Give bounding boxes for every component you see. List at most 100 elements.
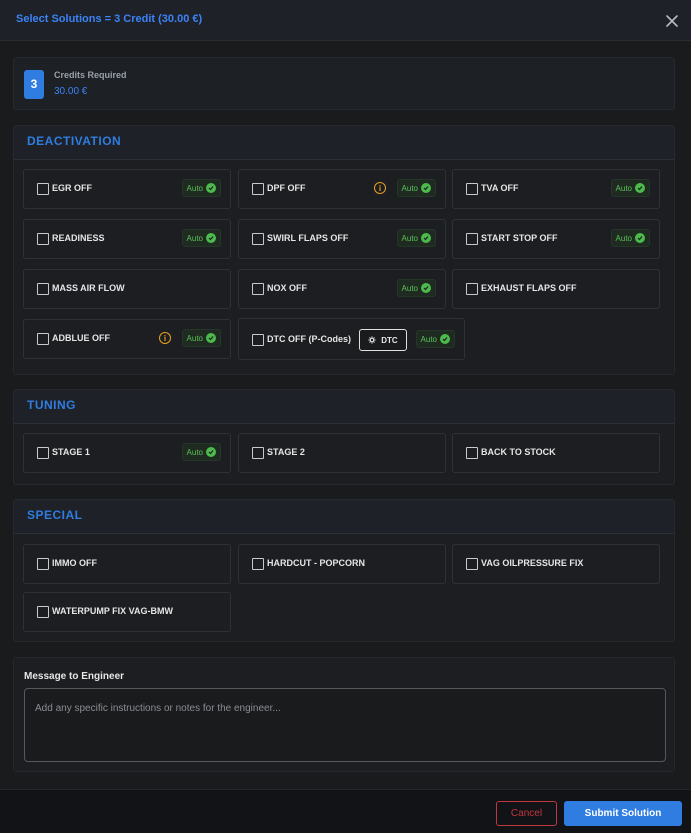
modal-header: Select Solutions = 3 Credit (30.00 €) bbox=[0, 0, 691, 41]
auto-badge-text: Auto bbox=[401, 233, 418, 243]
auto-badge-text: Auto bbox=[401, 183, 418, 193]
option-vag-oilpressure-fix[interactable]: VAG OILPRESSURE FIX bbox=[452, 544, 660, 584]
option-label: HARDCUT - POPCORN bbox=[267, 558, 365, 568]
option-back-to-stock[interactable]: BACK TO STOCK bbox=[452, 433, 660, 473]
info-icon[interactable]: i bbox=[374, 182, 386, 194]
option-nox-off[interactable]: NOX OFF Auto bbox=[238, 269, 446, 309]
checkbox[interactable] bbox=[252, 183, 264, 195]
section-tuning: TUNING STAGE 1 Auto STAGE 2 BACK TO STOC… bbox=[13, 389, 675, 485]
option-label: READINESS bbox=[52, 233, 105, 243]
option-dpf-off[interactable]: DPF OFF i Auto bbox=[238, 169, 446, 209]
checkbox[interactable] bbox=[37, 283, 49, 295]
close-icon[interactable] bbox=[663, 12, 681, 30]
checkbox[interactable] bbox=[37, 558, 49, 570]
option-dtc-off[interactable]: DTC OFF (P-Codes) DTC Auto bbox=[238, 318, 465, 360]
check-circle-icon bbox=[206, 333, 216, 343]
option-label: SWIRL FLAPS OFF bbox=[267, 233, 349, 243]
checkbox[interactable] bbox=[37, 606, 49, 618]
section-deactivation: DEACTIVATION EGR OFF Auto DPF OFF i Auto… bbox=[13, 125, 675, 375]
auto-badge: Auto bbox=[610, 229, 650, 247]
option-immo-off[interactable]: IMMO OFF bbox=[23, 544, 231, 584]
option-exhaust-flaps-off[interactable]: EXHAUST FLAPS OFF bbox=[452, 269, 660, 309]
check-circle-icon bbox=[206, 447, 216, 457]
option-label: DPF OFF bbox=[267, 183, 306, 193]
checkbox[interactable] bbox=[37, 333, 49, 345]
submit-solution-button[interactable]: Submit Solution bbox=[564, 801, 682, 826]
checkbox[interactable] bbox=[37, 183, 49, 195]
option-stage-1[interactable]: STAGE 1 Auto bbox=[23, 433, 231, 473]
info-icon[interactable]: i bbox=[159, 332, 171, 344]
option-tva-off[interactable]: TVA OFF Auto bbox=[452, 169, 660, 209]
auto-badge-text: Auto bbox=[186, 183, 203, 193]
gear-icon bbox=[368, 331, 376, 349]
section-header: DEACTIVATION bbox=[14, 126, 674, 160]
option-egr-off[interactable]: EGR OFF Auto bbox=[23, 169, 231, 209]
auto-badge: Auto bbox=[181, 443, 221, 461]
message-input[interactable] bbox=[24, 688, 666, 762]
checkbox[interactable] bbox=[252, 334, 264, 346]
section-header: SPECIAL bbox=[14, 500, 674, 534]
checkbox[interactable] bbox=[466, 447, 478, 459]
checkbox[interactable] bbox=[252, 558, 264, 570]
auto-badge: Auto bbox=[396, 229, 436, 247]
checkbox[interactable] bbox=[466, 558, 478, 570]
check-circle-icon bbox=[206, 183, 216, 193]
auto-badge: Auto bbox=[610, 179, 650, 197]
dtc-button-label: DTC bbox=[381, 335, 398, 345]
option-adblue-off[interactable]: ADBLUE OFF i Auto bbox=[23, 319, 231, 359]
auto-badge-text: Auto bbox=[615, 233, 632, 243]
credits-summary: 3 Credits Required 30.00 € bbox=[13, 57, 675, 110]
check-circle-icon bbox=[635, 183, 645, 193]
check-circle-icon bbox=[206, 233, 216, 243]
auto-badge-text: Auto bbox=[615, 183, 632, 193]
auto-badge-text: Auto bbox=[186, 447, 203, 457]
auto-badge: Auto bbox=[181, 329, 221, 347]
option-label: WATERPUMP FIX VAG-BMW bbox=[52, 606, 173, 616]
check-circle-icon bbox=[421, 283, 431, 293]
option-swirl-flaps-off[interactable]: SWIRL FLAPS OFF Auto bbox=[238, 219, 446, 259]
credits-value: 30.00 € bbox=[54, 86, 88, 97]
section-title: DEACTIVATION bbox=[27, 134, 122, 148]
option-label: START STOP OFF bbox=[481, 233, 558, 243]
checkbox[interactable] bbox=[466, 283, 478, 295]
auto-badge-text: Auto bbox=[186, 333, 203, 343]
check-circle-icon bbox=[421, 183, 431, 193]
option-waterpump-fix[interactable]: WATERPUMP FIX VAG-BMW bbox=[23, 592, 231, 632]
checkbox[interactable] bbox=[37, 233, 49, 245]
option-label: EGR OFF bbox=[52, 183, 92, 193]
checkbox[interactable] bbox=[466, 183, 478, 195]
section-header: TUNING bbox=[14, 390, 674, 424]
auto-badge: Auto bbox=[396, 279, 436, 297]
dtc-settings-button[interactable]: DTC bbox=[359, 329, 407, 351]
option-label: BACK TO STOCK bbox=[481, 447, 556, 457]
cancel-button[interactable]: Cancel bbox=[496, 801, 557, 826]
option-label: ADBLUE OFF bbox=[52, 333, 110, 343]
option-stage-2[interactable]: STAGE 2 bbox=[238, 433, 446, 473]
auto-badge-text: Auto bbox=[420, 334, 437, 344]
check-circle-icon bbox=[635, 233, 645, 243]
auto-badge-text: Auto bbox=[401, 283, 418, 293]
option-hardcut-popcorn[interactable]: HARDCUT - POPCORN bbox=[238, 544, 446, 584]
option-label: IMMO OFF bbox=[52, 558, 97, 568]
option-label: DTC OFF (P-Codes) bbox=[267, 334, 351, 344]
auto-badge: Auto bbox=[396, 179, 436, 197]
option-label: STAGE 2 bbox=[267, 447, 305, 457]
checkbox[interactable] bbox=[37, 447, 49, 459]
option-label: EXHAUST FLAPS OFF bbox=[481, 283, 577, 293]
checkbox[interactable] bbox=[252, 233, 264, 245]
section-special: SPECIAL IMMO OFF HARDCUT - POPCORN VAG O… bbox=[13, 499, 675, 642]
checkbox[interactable] bbox=[252, 283, 264, 295]
option-mass-air-flow[interactable]: MASS AIR FLOW bbox=[23, 269, 231, 309]
option-label: VAG OILPRESSURE FIX bbox=[481, 558, 584, 568]
auto-badge: Auto bbox=[415, 330, 455, 348]
modal-footer: Cancel Submit Solution bbox=[0, 789, 691, 833]
credit-count-badge: 3 bbox=[24, 70, 44, 99]
option-label: MASS AIR FLOW bbox=[52, 283, 125, 293]
message-section: Message to Engineer bbox=[13, 657, 675, 772]
auto-badge-text: Auto bbox=[186, 233, 203, 243]
check-circle-icon bbox=[421, 233, 431, 243]
checkbox[interactable] bbox=[466, 233, 478, 245]
checkbox[interactable] bbox=[252, 447, 264, 459]
option-readiness[interactable]: READINESS Auto bbox=[23, 219, 231, 259]
option-start-stop-off[interactable]: START STOP OFF Auto bbox=[452, 219, 660, 259]
